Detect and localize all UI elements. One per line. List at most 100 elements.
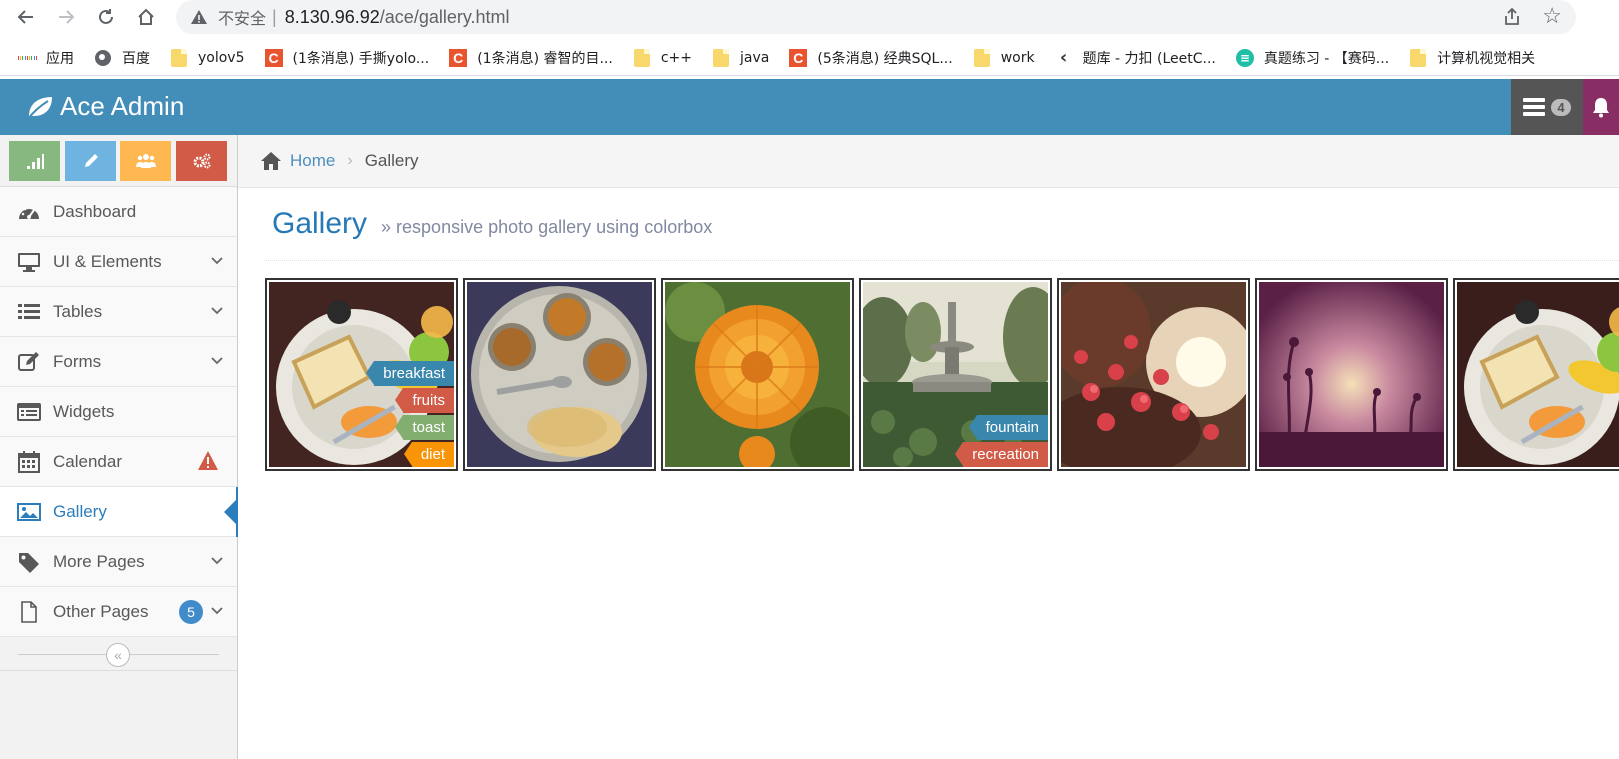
bookmark-yolov5[interactable]: yolov5	[170, 48, 245, 67]
gallery-thumb-fountain[interactable]: fountain recreation	[859, 278, 1052, 471]
sidebar-shortcuts	[0, 135, 237, 187]
double-chevron-left-icon: «	[114, 647, 122, 663]
file-icon	[16, 600, 42, 623]
bookmarks-bar: 应用 百度 yolov5 C (1条消息) 手撕yolo... C (1条消息)…	[0, 40, 1619, 76]
bookmark-csdn-1[interactable]: C (1条消息) 手撕yolo...	[264, 48, 429, 68]
edit-icon	[16, 351, 42, 373]
shortcut-stats-button[interactable]	[9, 141, 60, 181]
shortcut-settings-button[interactable]	[176, 141, 227, 181]
bookmark-leetcode[interactable]: ‹ 题库 - 力扣 (LeetC...	[1055, 47, 1216, 68]
url-host: 8.130.96.92	[284, 6, 380, 27]
tag-label[interactable]: diet	[403, 442, 454, 467]
folder-icon	[713, 48, 730, 67]
tag-label[interactable]: fountain	[968, 415, 1048, 440]
tasks-button[interactable]: 4	[1511, 79, 1583, 135]
address-bar[interactable]: 不安全 | 8.130.96.92/ace/gallery.html ☆	[176, 0, 1576, 34]
bookmark-label: 百度	[122, 50, 150, 67]
page-subtitle: » responsive photo gallery using colorbo…	[381, 216, 713, 237]
gallery-thumb-flower[interactable]	[661, 278, 854, 471]
sidebar-item-dashboard[interactable]: Dashboard	[0, 187, 237, 237]
share-icon[interactable]	[1502, 7, 1522, 27]
bookmark-work[interactable]: work	[973, 48, 1035, 67]
sidebar-item-other-pages[interactable]: Other Pages 5	[0, 587, 237, 637]
picture-icon	[16, 501, 42, 523]
tasks-count-badge: 4	[1551, 98, 1571, 116]
sidebar-item-tables[interactable]: Tables	[0, 287, 237, 337]
browser-toolbar: 不安全 | 8.130.96.92/ace/gallery.html ☆	[0, 0, 1619, 34]
photo-red-flowers-sunset	[1061, 282, 1246, 467]
chevron-down-icon	[211, 607, 223, 615]
sidebar-item-gallery[interactable]: Gallery	[0, 487, 238, 537]
photo-orange-flower	[665, 282, 850, 467]
collapse-sidebar-button[interactable]: «	[106, 643, 130, 667]
sidebar-item-label: Dashboard	[53, 201, 137, 221]
leaf-icon	[27, 96, 52, 120]
signal-icon	[26, 154, 44, 169]
users-icon	[135, 154, 156, 168]
sidebar-item-forms[interactable]: Forms	[0, 337, 237, 387]
tag-label[interactable]: breakfast	[366, 361, 454, 386]
csdn-icon: C	[264, 48, 283, 67]
photo-gallery: breakfast fruits toast diet fountain rec…	[265, 278, 1619, 471]
chevron-down-icon	[211, 557, 223, 565]
shortcut-users-button[interactable]	[120, 141, 171, 181]
bookmark-label: (1条消息) 睿智的目...	[477, 50, 613, 67]
sidebar-item-label: More Pages	[53, 551, 145, 571]
sidebar-item-label: UI & Elements	[53, 251, 162, 271]
list-icon	[16, 301, 42, 323]
forward-icon[interactable]	[52, 3, 80, 31]
sidebar-menu: Dashboard UI & Elements Tables Forms Wid…	[0, 187, 238, 637]
gallery-thumb-thali[interactable]	[463, 278, 656, 471]
notifications-button[interactable]	[1583, 79, 1619, 135]
bookmark-csdn-2[interactable]: C (1条消息) 睿智的目...	[449, 48, 613, 68]
page-title: Gallery	[272, 207, 368, 240]
breadcrumb-current: Gallery	[364, 151, 419, 170]
sidebar-item-ui-elements[interactable]: UI & Elements	[0, 237, 237, 287]
csdn-icon: C	[449, 48, 468, 67]
bookmark-apps[interactable]: 应用	[18, 48, 74, 68]
bookmark-label: 真题练习 - 【赛码...	[1263, 50, 1390, 67]
photo-purple-sunset	[1259, 282, 1444, 467]
bookmark-label: c++	[660, 49, 693, 66]
bookmark-csdn-3[interactable]: C (5条消息) 经典SQL...	[789, 48, 953, 68]
sidebar-item-widgets[interactable]: Widgets	[0, 387, 237, 437]
bookmark-baidu[interactable]: 百度	[94, 48, 150, 68]
sidebar-item-more-pages[interactable]: More Pages	[0, 537, 237, 587]
tag-label[interactable]: toast	[395, 415, 454, 440]
gallery-thumb-breakfast[interactable]: breakfast fruits toast diet	[265, 278, 458, 471]
bookmark-saima[interactable]: ≡ 真题练习 - 【赛码...	[1235, 48, 1390, 68]
globe-icon	[95, 49, 111, 66]
top-navbar: Ace Admin 4	[0, 79, 1619, 135]
reload-icon[interactable]	[92, 3, 120, 31]
home-icon	[261, 152, 281, 170]
sidebar-collapse-bar: «	[0, 637, 237, 671]
warning-badge-icon	[198, 451, 218, 470]
apps-grid-icon	[18, 49, 36, 67]
sidebar-item-label: Widgets	[53, 401, 115, 421]
page-header: Gallery » responsive photo gallery using…	[264, 188, 1619, 261]
back-icon[interactable]	[12, 3, 40, 31]
sidebar-item-label: Calendar	[53, 451, 122, 471]
breadcrumb-home-link[interactable]: Home	[290, 151, 335, 171]
bookmark-cv[interactable]: 计算机视觉相关	[1409, 48, 1535, 68]
bookmark-java[interactable]: java	[712, 48, 769, 67]
bookmark-cpp[interactable]: c++	[633, 48, 693, 67]
bookmark-label: work	[1000, 49, 1035, 66]
bookmark-label: yolov5	[198, 49, 245, 66]
bookmark-label: (5条消息) 经典SQL...	[817, 50, 953, 67]
gallery-thumb-red-flowers[interactable]	[1057, 278, 1250, 471]
desktop-icon	[16, 251, 42, 273]
gallery-thumb-breakfast-2[interactable]	[1453, 278, 1619, 471]
bookmark-star-icon[interactable]: ☆	[1542, 5, 1562, 27]
sidebar-item-calendar[interactable]: Calendar	[0, 437, 237, 487]
warning-icon[interactable]	[190, 8, 208, 26]
chevron-down-icon	[211, 307, 223, 315]
brand-logo[interactable]: Ace Admin	[26, 91, 184, 122]
home-browser-icon[interactable]	[132, 3, 160, 31]
active-indicator	[224, 500, 236, 524]
tag-label[interactable]: fruits	[395, 388, 454, 413]
chevron-down-icon	[211, 357, 223, 365]
tag-label[interactable]: recreation	[955, 442, 1048, 467]
shortcut-edit-button[interactable]	[65, 141, 116, 181]
gallery-thumb-sunset[interactable]	[1255, 278, 1448, 471]
